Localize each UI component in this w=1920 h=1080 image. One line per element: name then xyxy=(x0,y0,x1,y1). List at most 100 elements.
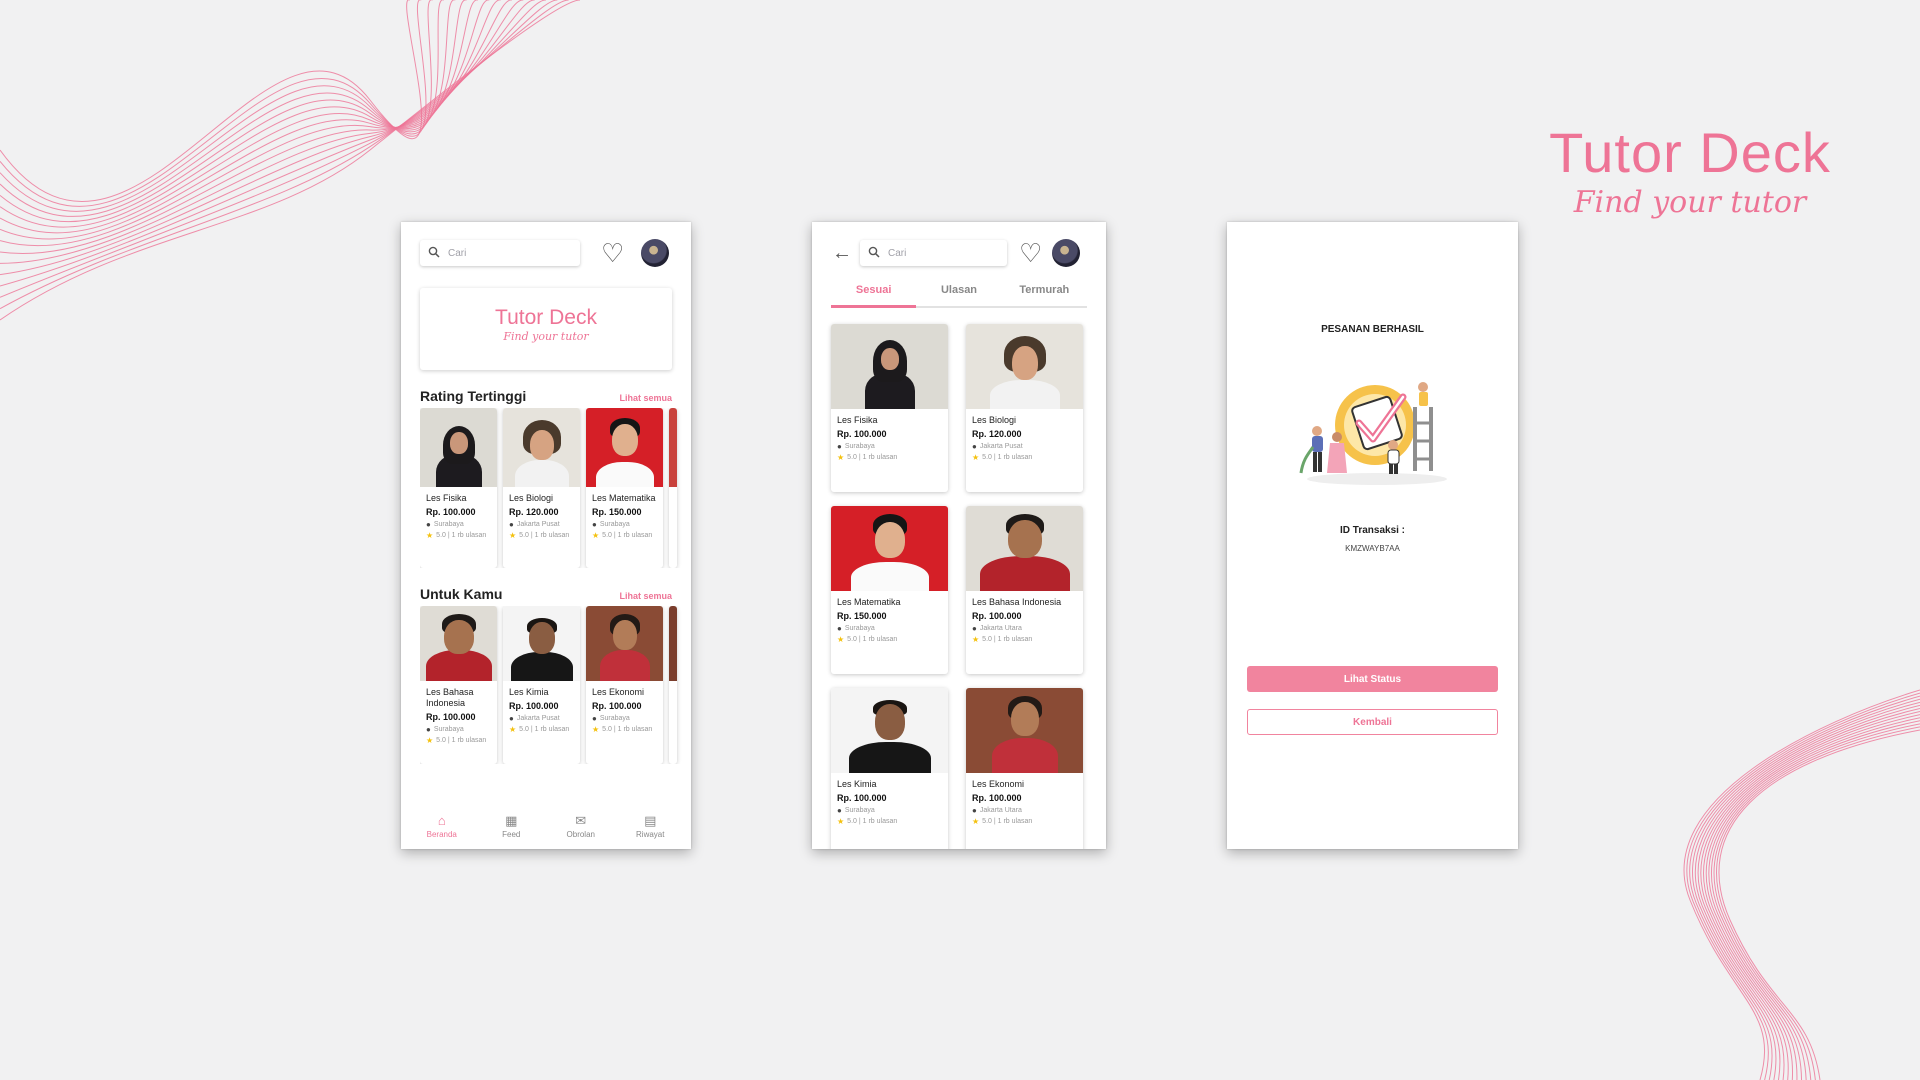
wave-strand xyxy=(1703,711,1920,1080)
see-all-link[interactable]: Lihat semua xyxy=(619,591,672,601)
brand-logo: Tutor Deck Find your tutor xyxy=(1540,120,1840,220)
card-rating: 5.0 | 1 rb ulasan xyxy=(982,636,1033,643)
top-bar: Cari ♡ xyxy=(420,238,677,268)
card-title: Les Biologi xyxy=(972,415,1017,425)
brand-title: Tutor Deck xyxy=(1549,121,1831,184)
card-rating: 5.0 | 1 rb ulasan xyxy=(847,636,898,643)
wave-strand xyxy=(1708,717,1920,1080)
card-title: Les Ekonomi xyxy=(592,687,645,697)
tutor-card[interactable]: Les Bahasa Indonesia Rp. 100.000 ● Suraba… xyxy=(420,606,497,764)
tutor-photo xyxy=(966,506,1083,591)
success-illustration xyxy=(1299,382,1447,485)
tutor-card-partial[interactable] xyxy=(669,606,677,764)
card-rating: 5.0 | 1 rb ulasan xyxy=(602,726,653,733)
view-status-button[interactable]: Lihat Status xyxy=(1247,666,1498,692)
tutor-photo xyxy=(586,606,663,681)
tutor-card[interactable]: Les Kimia Rp. 100.000 ● Jakarta Pusat ★ 5.… xyxy=(503,606,580,764)
tutor-photo xyxy=(831,506,948,591)
see-all-link[interactable]: Lihat semua xyxy=(619,393,672,403)
transaction-id-value: KMZWAYB7AA xyxy=(1345,544,1400,553)
home-screen: Cari ♡ Tutor Deck Find your tutor Rating… xyxy=(401,222,691,849)
wave-strand xyxy=(1694,701,1920,1080)
card-title: Les Kimia xyxy=(837,779,877,789)
sort-tabs: Sesuai Ulasan Termurah xyxy=(831,278,1087,308)
bottom-nav: ⌂ Beranda ▦ Feed ✉ Obrolan ▤ Riwayat xyxy=(407,814,685,839)
card-location: Surabaya xyxy=(433,726,464,733)
tutor-card[interactable]: Les Biologi Rp. 120.000 ● Jakarta Pusat ★… xyxy=(966,324,1083,492)
tutor-card[interactable]: Les Ekonomi Rp. 100.000 ● Surabaya ★ 5.0 |… xyxy=(586,606,663,764)
search-input[interactable]: Cari xyxy=(860,240,1007,266)
card-price: Rp. 100.000 xyxy=(426,712,476,722)
tutor-card[interactable]: Les Bahasa Indonesia Rp. 100.000 ● Jakart… xyxy=(966,506,1083,674)
wave-strand xyxy=(0,0,427,207)
heart-icon[interactable]: ♡ xyxy=(601,240,624,266)
card-location: Surabaya xyxy=(844,443,875,450)
card-row-for-you: Les Bahasa Indonesia Rp. 100.000 ● Suraba… xyxy=(420,606,691,764)
banner-title: Tutor Deck xyxy=(495,306,597,329)
tutor-card[interactable]: Les Fisika Rp. 100.000 ● Surabaya ★ 5.0 | … xyxy=(831,324,948,492)
card-title: Les Kimia xyxy=(509,687,549,697)
nav-item-feed[interactable]: ▦ Feed xyxy=(481,814,541,839)
wave-strand xyxy=(0,0,479,234)
section-title: Untuk Kamu xyxy=(420,586,503,602)
section-title: Rating Tertinggi xyxy=(420,388,527,404)
avatar[interactable] xyxy=(641,239,670,267)
star-icon: ★ xyxy=(426,736,434,745)
card-price: Rp. 100.000 xyxy=(972,611,1022,621)
avatar[interactable] xyxy=(1052,239,1081,267)
chart-icon: ▦ xyxy=(505,813,518,828)
star-icon: ★ xyxy=(509,531,517,540)
card-rating: 5.0 | 1 rb ulasan xyxy=(847,818,898,825)
card-rating: 5.0 | 1 rb ulasan xyxy=(847,454,898,461)
tutor-card[interactable]: Les Biologi Rp. 120.000 ● Jakarta Pusat ★… xyxy=(503,408,580,568)
card-location: Surabaya xyxy=(844,807,875,814)
card-price: Rp. 150.000 xyxy=(837,611,887,621)
star-icon: ★ xyxy=(592,531,600,540)
nav-label: Riwayat xyxy=(636,830,665,839)
card-rating: 5.0 | 1 rb ulasan xyxy=(519,532,570,539)
card-title: Les Bahasa Indonesia xyxy=(426,687,474,708)
success-title: PESANAN BERHASIL xyxy=(1321,324,1424,335)
tutor-card[interactable]: Les Matematika Rp. 150.000 ● Surabaya ★ 5.… xyxy=(831,506,948,674)
wave-strand xyxy=(1705,714,1920,1080)
card-title: Les Fisika xyxy=(837,415,878,425)
star-icon: ★ xyxy=(837,817,845,826)
back-arrow-icon[interactable]: ← xyxy=(832,242,852,265)
card-location: Surabaya xyxy=(599,521,630,528)
tutor-card[interactable]: Les Fisika Rp. 100.000 ● Surabaya ★ 5.0 | … xyxy=(420,408,497,568)
card-title: Les Biologi xyxy=(509,493,554,503)
tutor-card-partial[interactable] xyxy=(669,408,677,568)
tutor-photo xyxy=(831,324,948,409)
card-title: Les Matematika xyxy=(837,597,901,607)
tutor-photo xyxy=(503,606,580,681)
tab-ulasan[interactable]: Ulasan xyxy=(916,278,1001,306)
card-title: Les Bahasa Indonesia xyxy=(972,597,1062,607)
card-rating: 5.0 | 1 rb ulasan xyxy=(982,454,1033,461)
wave-strand xyxy=(0,0,501,247)
nav-item-home[interactable]: ⌂ Beranda xyxy=(412,814,472,839)
nav-label: Beranda xyxy=(426,830,457,839)
back-button[interactable]: Kembali xyxy=(1247,709,1498,735)
star-icon: ★ xyxy=(972,817,980,826)
search-results-screen: ← Cari ♡ Sesuai Ulasan Termurah Les Fisi… xyxy=(812,222,1106,849)
card-price: Rp. 100.000 xyxy=(509,701,559,711)
wave-strand xyxy=(0,0,433,212)
nav-label: Obrolan xyxy=(566,830,595,839)
brand-tagline: Find your tutor xyxy=(1573,185,1807,220)
tutor-card[interactable]: Les Ekonomi Rp. 100.000 ● Jakarta Utara ★… xyxy=(966,688,1083,849)
card-price: Rp. 120.000 xyxy=(509,507,559,517)
search-icon xyxy=(428,246,440,261)
tutor-photo xyxy=(420,408,497,487)
tutor-card[interactable]: Les Kimia Rp. 100.000 ● Surabaya ★ 5.0 | 1… xyxy=(831,688,948,849)
card-location: Jakarta Utara xyxy=(979,625,1022,632)
heart-icon[interactable]: ♡ xyxy=(1019,240,1042,266)
search-input[interactable]: Cari xyxy=(420,240,580,266)
nav-item-history[interactable]: ▤ Riwayat xyxy=(620,814,680,839)
tutor-card[interactable]: Les Matematika Rp. 150.000 ● Surabaya ★ 5.… xyxy=(586,408,663,568)
card-price: Rp. 100.000 xyxy=(426,507,476,517)
tab-sesuai[interactable]: Sesuai xyxy=(831,278,917,308)
nav-item-chat[interactable]: ✉ Obrolan xyxy=(551,814,611,839)
wave-strand xyxy=(0,0,467,228)
tab-termurah[interactable]: Termurah xyxy=(1002,278,1087,306)
card-location: Jakarta Utara xyxy=(979,807,1022,814)
